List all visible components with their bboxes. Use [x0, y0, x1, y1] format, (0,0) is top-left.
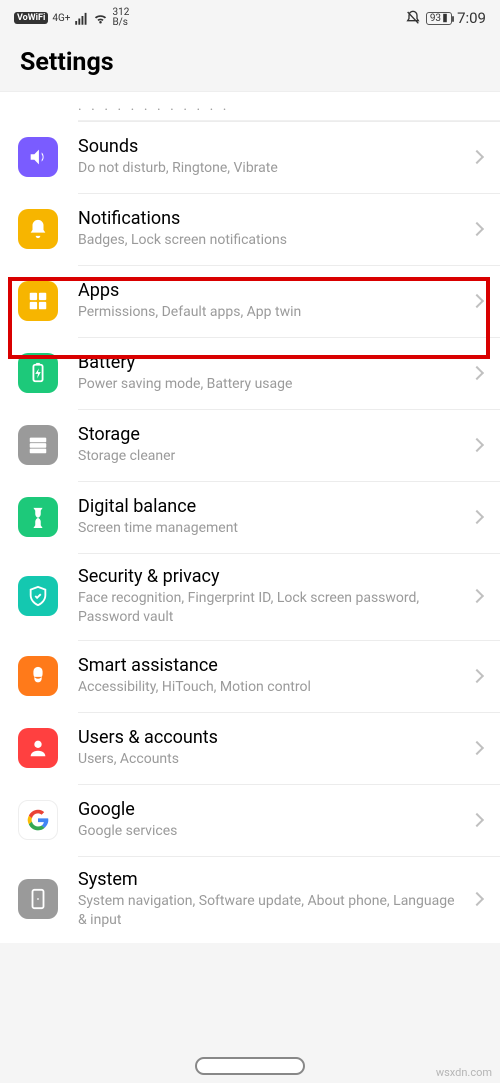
row-battery[interactable]: Battery Power saving mode, Battery usage: [0, 337, 500, 409]
row-sub: Google services: [78, 822, 462, 841]
notifications-icon: [18, 209, 58, 249]
row-text: Google Google services: [78, 799, 462, 841]
sounds-icon: [18, 137, 58, 177]
apps-icon: [18, 281, 58, 321]
row-title: Sounds: [78, 136, 462, 157]
signal-icon: [74, 11, 89, 26]
chevron-right-icon: [470, 813, 484, 827]
page-title: Settings: [20, 48, 480, 77]
row-system[interactable]: System System navigation, Software updat…: [0, 856, 500, 943]
mute-icon: [405, 10, 421, 26]
row-text: Security & privacy Face recognition, Fin…: [78, 566, 462, 627]
row-title: Google: [78, 799, 462, 820]
row-title: Security & privacy: [78, 566, 462, 587]
row-sub: Storage cleaner: [78, 447, 462, 466]
digital-balance-icon: [18, 497, 58, 537]
row-text: Digital balance Screen time management: [78, 496, 462, 538]
network-type: 4G+: [52, 13, 70, 24]
battery-indicator: 93: [426, 12, 452, 25]
settings-list[interactable]: . . . . . . . . . . . . Sounds Do not di…: [0, 91, 500, 943]
row-smart-assistance[interactable]: Smart assistance Accessibility, HiTouch,…: [0, 640, 500, 712]
status-left: VoWiFi 4G+ 312 B/s: [14, 8, 129, 28]
nav-pill[interactable]: [195, 1057, 305, 1075]
chevron-right-icon: [470, 589, 484, 603]
row-security-privacy[interactable]: Security & privacy Face recognition, Fin…: [0, 553, 500, 640]
row-sub: Badges, Lock screen notifications: [78, 231, 462, 250]
row-title: Battery: [78, 352, 462, 373]
row-text: Storage Storage cleaner: [78, 424, 462, 466]
row-sub: Face recognition, Fingerprint ID, Lock s…: [78, 589, 462, 627]
net-speed: 312 B/s: [112, 8, 129, 28]
row-text: Smart assistance Accessibility, HiTouch,…: [78, 655, 462, 697]
storage-icon: [18, 425, 58, 465]
row-sub: Accessibility, HiTouch, Motion control: [78, 678, 462, 697]
row-sub: Users, Accounts: [78, 750, 462, 769]
users-accounts-icon: [18, 728, 58, 768]
row-users-accounts[interactable]: Users & accounts Users, Accounts: [0, 712, 500, 784]
watermark: wsxdn.com: [436, 1066, 492, 1079]
row-text: Apps Permissions, Default apps, App twin: [78, 280, 462, 322]
chevron-right-icon: [470, 741, 484, 755]
smart-assistance-icon: [18, 656, 58, 696]
partial-row-peek: . . . . . . . . . . . .: [78, 92, 500, 121]
chevron-right-icon: [470, 366, 484, 380]
row-text: Battery Power saving mode, Battery usage: [78, 352, 462, 394]
system-icon: [18, 879, 58, 919]
row-title: Apps: [78, 280, 462, 301]
row-sub: System navigation, Software update, Abou…: [78, 892, 462, 930]
battery-bar-icon: [442, 13, 448, 23]
status-bar: VoWiFi 4G+ 312 B/s 93 7:09: [0, 0, 500, 32]
clock: 7:09: [457, 9, 486, 27]
row-title: Storage: [78, 424, 462, 445]
row-title: Notifications: [78, 208, 462, 229]
row-sounds[interactable]: Sounds Do not disturb, Ringtone, Vibrate: [0, 121, 500, 193]
row-sub: Do not disturb, Ringtone, Vibrate: [78, 159, 462, 178]
chevron-right-icon: [470, 294, 484, 308]
row-text: Sounds Do not disturb, Ringtone, Vibrate: [78, 136, 462, 178]
row-digital-balance[interactable]: Digital balance Screen time management: [0, 481, 500, 553]
vowifi-badge: VoWiFi: [14, 12, 48, 24]
google-icon: [18, 800, 58, 840]
battery-pct: 93: [430, 13, 441, 24]
row-google[interactable]: Google Google services: [0, 784, 500, 856]
chevron-right-icon: [470, 669, 484, 683]
row-sub: Permissions, Default apps, App twin: [78, 303, 462, 322]
row-storage[interactable]: Storage Storage cleaner: [0, 409, 500, 481]
row-title: System: [78, 869, 462, 890]
chevron-right-icon: [470, 438, 484, 452]
chevron-right-icon: [470, 150, 484, 164]
row-text: System System navigation, Software updat…: [78, 869, 462, 930]
row-title: Smart assistance: [78, 655, 462, 676]
row-apps[interactable]: Apps Permissions, Default apps, App twin: [0, 265, 500, 337]
page-header: Settings: [0, 32, 500, 91]
speed-unit: B/s: [112, 18, 129, 28]
chevron-right-icon: [470, 222, 484, 236]
row-sub: Power saving mode, Battery usage: [78, 375, 462, 394]
row-text: Notifications Badges, Lock screen notifi…: [78, 208, 462, 250]
security-icon: [18, 576, 58, 616]
chevron-right-icon: [470, 510, 484, 524]
row-title: Users & accounts: [78, 727, 462, 748]
row-notifications[interactable]: Notifications Badges, Lock screen notifi…: [0, 193, 500, 265]
row-title: Digital balance: [78, 496, 462, 517]
row-text: Users & accounts Users, Accounts: [78, 727, 462, 769]
row-sub: Screen time management: [78, 519, 462, 538]
chevron-right-icon: [470, 892, 484, 906]
wifi-icon: [93, 11, 108, 26]
battery-icon: [18, 353, 58, 393]
status-right: 93 7:09: [405, 9, 486, 27]
